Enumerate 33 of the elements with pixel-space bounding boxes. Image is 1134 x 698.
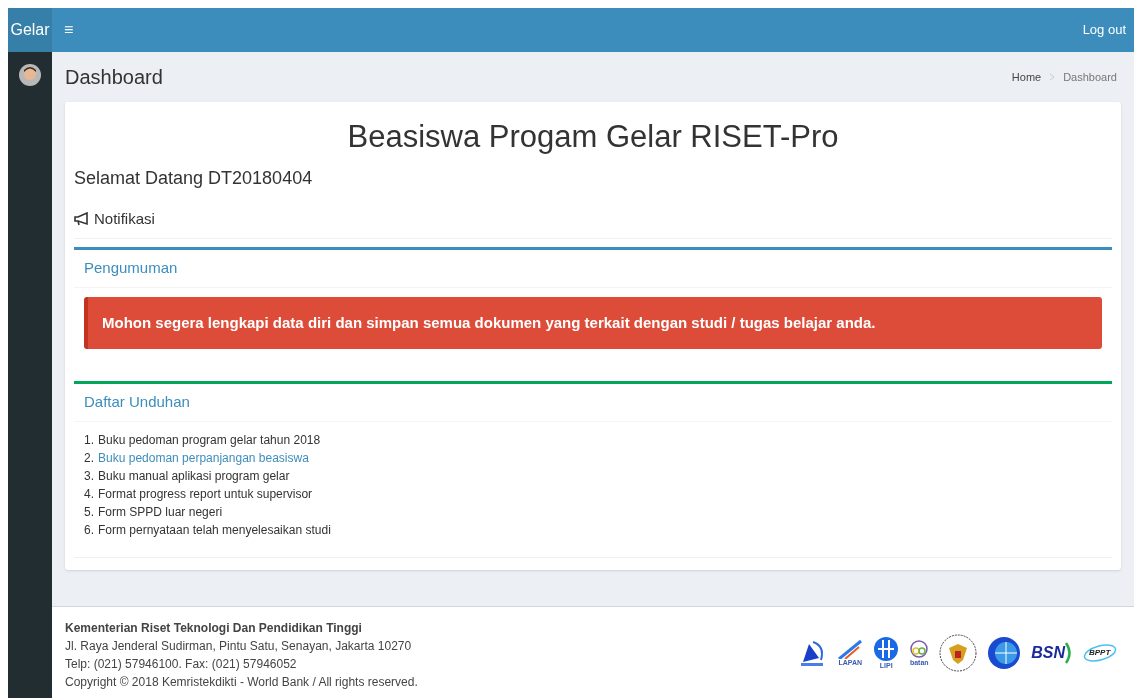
download-link[interactable]: Format progress report untuk supervisor (98, 486, 313, 501)
list-number: 6. (84, 522, 94, 537)
download-link[interactable]: Buku manual aplikasi program gelar (98, 468, 290, 483)
copyright-text: Copyright © 2018 Kemristekdikti - World Bank / All rights reserved. (65, 673, 418, 691)
list-number: 5. (84, 504, 94, 519)
address-text: Jl. Raya Jenderal Sudirman, Pintu Satu, Senayan, Jakarta 10270 (65, 637, 413, 655)
main-heading: Beasiswa Progam Gelar RISET-Pro (346, 118, 840, 156)
list-number: 4. (84, 486, 94, 501)
page-title: Dashboard (65, 65, 163, 90)
wordmark-logo: BSN (1031, 640, 1073, 665)
emblem-logo (939, 633, 978, 672)
list-number: 3. (84, 468, 94, 483)
phone-text: Telp: (021) 57946100. Fax: (021) 57946052 (65, 655, 298, 673)
organization-name: Kementerian Riset Teknologi Dan Pendidikan Tinggi (65, 619, 363, 637)
panel-title: Daftar Unduhan (74, 384, 1112, 422)
ring-logo: BPPT (1083, 643, 1117, 662)
welcome-text: Selamat Datang DT20180404 (74, 166, 314, 190)
megaphone-icon (74, 212, 90, 226)
alert-message: Mohon segera lengkapi data diri dan simpan semua dokumen yang terkait dengan studi / tugas belajar anda. (84, 296, 1102, 350)
list-number: 2. (84, 450, 94, 465)
logout-link[interactable]: Log out (1082, 20, 1134, 40)
download-link[interactable]: Form pernyataan telah menyelesaikan studi (98, 522, 331, 537)
list-number: 1. (84, 432, 94, 447)
breadcrumb-link[interactable]: Dashboard (1063, 68, 1117, 86)
download-link[interactable]: Form SPPD luar negeri (98, 504, 223, 519)
download-link[interactable]: Buku pedoman program gelar tahun 2018 (98, 432, 321, 447)
globe-logo (987, 635, 1022, 670)
separator-icon (1049, 73, 1056, 81)
download-link[interactable]: Buku pedoman perpanjangan beasiswa (98, 450, 309, 465)
notification-label: Notifikasi (94, 208, 155, 229)
panel-title: Pengumuman (74, 250, 1112, 288)
avatar-icon (19, 64, 41, 86)
breadcrumb-link[interactable]: Home (1011, 68, 1042, 86)
